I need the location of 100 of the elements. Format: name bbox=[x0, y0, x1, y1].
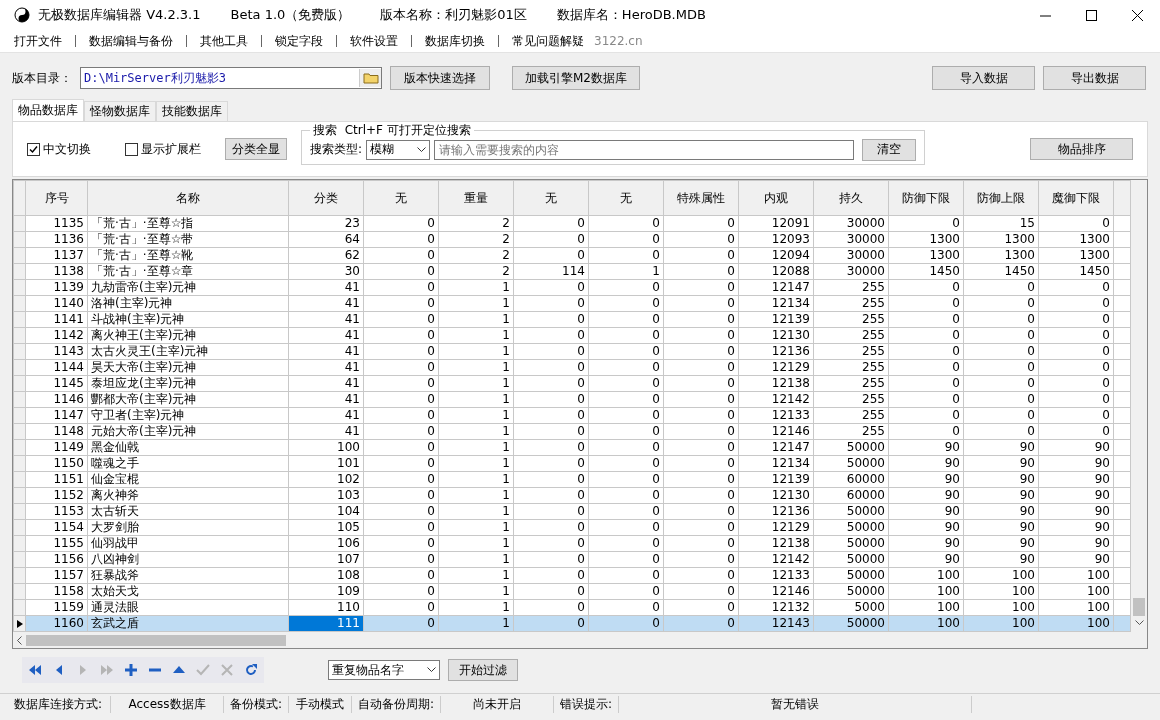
table-cell: 255 bbox=[813, 391, 889, 408]
horizontal-scrollbar[interactable] bbox=[13, 632, 1147, 648]
table-cell: 1150 bbox=[25, 455, 88, 472]
table-cell: 0 bbox=[588, 455, 664, 472]
column-header[interactable]: 名称 bbox=[87, 180, 289, 216]
search-field[interactable]: 请输入需要搜索的内容 bbox=[434, 139, 855, 160]
table-cell: 50000 bbox=[813, 551, 889, 568]
table-cell: 41 bbox=[288, 279, 364, 296]
table-cell: 62 bbox=[288, 247, 364, 264]
check-icon bbox=[196, 663, 210, 677]
table-cell: 0 bbox=[363, 487, 439, 504]
toolbar-button[interactable]: 版本快速选择 bbox=[390, 66, 490, 90]
column-header[interactable]: 无 bbox=[363, 180, 439, 216]
table-cell: 90 bbox=[888, 551, 964, 568]
table-cell: 12093 bbox=[738, 231, 814, 248]
column-header[interactable]: 无 bbox=[513, 180, 589, 216]
table-cell: 255 bbox=[813, 423, 889, 440]
table-cell: 0 bbox=[513, 231, 589, 248]
table-cell: 12147 bbox=[738, 279, 814, 296]
checkbox[interactable]: 显示扩展栏 bbox=[125, 140, 201, 158]
menu-item[interactable]: 锁定字段 bbox=[275, 32, 323, 50]
tab[interactable]: 物品数据库 bbox=[12, 99, 84, 121]
table-cell: 0 bbox=[588, 439, 664, 456]
column-header[interactable]: 防御下限 bbox=[888, 180, 964, 216]
table-cell: 1137 bbox=[25, 247, 88, 264]
table-cell: 1300 bbox=[963, 247, 1039, 264]
table-cell: 100 bbox=[963, 567, 1039, 584]
table-cell: 41 bbox=[288, 327, 364, 344]
toolbar-button[interactable]: 加载引擎M2数据库 bbox=[512, 66, 640, 90]
table-cell: 0 bbox=[513, 279, 589, 296]
menu-item[interactable]: 其他工具 bbox=[200, 32, 248, 50]
table-cell: 0 bbox=[363, 519, 439, 536]
filter-button[interactable]: 开始过滤 bbox=[448, 659, 518, 681]
search-type-select[interactable]: 模糊 bbox=[366, 139, 431, 160]
table-cell: 102 bbox=[288, 471, 364, 488]
toolbar-button[interactable]: 导出数据 bbox=[1043, 66, 1146, 90]
table-cell: 12136 bbox=[738, 343, 814, 360]
toolbar-button[interactable]: 导入数据 bbox=[932, 66, 1035, 90]
browse-button[interactable] bbox=[359, 69, 381, 87]
table-cell: 0 bbox=[363, 535, 439, 552]
menu-item[interactable]: 数据编辑与备份 bbox=[89, 32, 173, 50]
table-cell: 12146 bbox=[738, 583, 814, 600]
column-header[interactable]: 内观 bbox=[738, 180, 814, 216]
table-cell: 1 bbox=[438, 455, 514, 472]
table-cell: 1 bbox=[438, 359, 514, 376]
column-header[interactable]: 魔御下限 bbox=[1038, 180, 1114, 216]
table-cell: 0 bbox=[513, 311, 589, 328]
table-cell: 0 bbox=[888, 279, 964, 296]
directory-field[interactable]: D:\MirServer利刃魅影3 bbox=[80, 67, 382, 89]
table-cell: 斗战神(主宰)元神 bbox=[87, 311, 289, 328]
column-header[interactable]: 无 bbox=[588, 180, 664, 216]
table-cell: 0 bbox=[1038, 295, 1114, 312]
table-cell: 1144 bbox=[25, 359, 88, 376]
table-cell: 太古斩天 bbox=[87, 503, 289, 520]
menu-item[interactable]: 软件设置 bbox=[350, 32, 398, 50]
scroll-left-icon bbox=[16, 635, 22, 645]
table-cell: 12094 bbox=[738, 247, 814, 264]
table-cell: 「荒·古」·至尊☆指 bbox=[87, 215, 289, 232]
table-cell: 九劫雷帝(主宰)元神 bbox=[87, 279, 289, 296]
tab[interactable]: 怪物数据库 bbox=[84, 101, 156, 121]
checkbox[interactable]: 中文切换 bbox=[27, 140, 91, 158]
column-header[interactable]: 序号 bbox=[25, 180, 88, 216]
table-cell: 1139 bbox=[25, 279, 88, 296]
table-cell: 90 bbox=[1038, 519, 1114, 536]
scroll-thumb[interactable] bbox=[1133, 598, 1145, 616]
vertical-scrollbar[interactable] bbox=[1131, 180, 1147, 632]
show-all-button[interactable]: 分类全显 bbox=[225, 138, 287, 160]
table-cell: 0 bbox=[663, 375, 739, 392]
table-cell: 0 bbox=[363, 215, 439, 232]
table-cell: 0 bbox=[663, 455, 739, 472]
table-cell: 0 bbox=[363, 567, 439, 584]
menu-item[interactable]: 打开文件 bbox=[14, 32, 62, 50]
menu-item[interactable]: 数据库切换 bbox=[425, 32, 485, 50]
menu-item[interactable]: 常见问题解疑 bbox=[512, 32, 584, 50]
table-cell: 0 bbox=[588, 519, 664, 536]
table-cell: 90 bbox=[1038, 487, 1114, 504]
table-cell: 守卫者(主宰)元神 bbox=[87, 407, 289, 424]
table-cell: 1 bbox=[438, 343, 514, 360]
table-cell: 0 bbox=[363, 471, 439, 488]
column-header[interactable]: 重量 bbox=[438, 180, 514, 216]
clear-button[interactable]: 清空 bbox=[862, 138, 917, 161]
table-cell: 0 bbox=[663, 471, 739, 488]
filter-select[interactable]: 重复物品名字 bbox=[328, 660, 440, 680]
tab[interactable]: 技能数据库 bbox=[156, 101, 228, 121]
scroll-thumb[interactable] bbox=[26, 634, 286, 646]
table-cell: 1 bbox=[438, 503, 514, 520]
sort-button[interactable]: 物品排序 bbox=[1030, 138, 1133, 160]
table-cell: 0 bbox=[513, 215, 589, 232]
column-header[interactable]: 持久 bbox=[813, 180, 889, 216]
column-header[interactable]: 防御上限 bbox=[963, 180, 1039, 216]
table-cell: 狂暴战斧 bbox=[87, 567, 289, 584]
table-cell: 0 bbox=[963, 295, 1039, 312]
table-cell: 0 bbox=[588, 343, 664, 360]
table-cell: 0 bbox=[588, 375, 664, 392]
table-cell: 0 bbox=[1038, 327, 1114, 344]
table-cell: 黑金仙戟 bbox=[87, 439, 289, 456]
table-cell: 0 bbox=[363, 423, 439, 440]
table-cell: 1149 bbox=[25, 439, 88, 456]
column-header[interactable]: 特殊属性 bbox=[663, 180, 739, 216]
column-header[interactable]: 分类 bbox=[288, 180, 364, 216]
